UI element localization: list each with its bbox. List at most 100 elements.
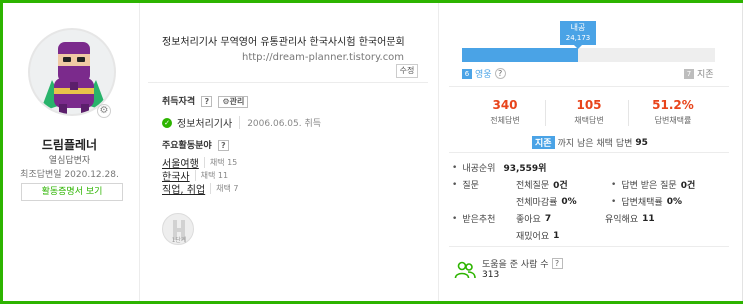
next-grade-count: 95: [635, 137, 648, 148]
recommend-label: 받은추천: [462, 215, 496, 225]
total-questions-label: 전체질문: [516, 181, 550, 191]
next-grade-remaining: 지존 까지 남은 채택 답변 95: [532, 136, 648, 149]
points-tooltip: 내공 24,173: [560, 21, 596, 49]
license-section-title: 취득자격 ? ⚙관리: [162, 94, 249, 108]
like-value: 7: [544, 213, 552, 224]
rank-row: • 내공순위 93,559위: [452, 161, 547, 175]
field-list: 서울여행 채택 15 한국사 채택 11 직업, 취업 채택 7: [162, 156, 239, 196]
field-link[interactable]: 직업, 취업: [162, 181, 205, 196]
fields-title: 주요활동분야: [162, 141, 212, 151]
adopt-rate-label: 답변채택률: [621, 198, 663, 208]
grade-tag: 지존: [532, 136, 555, 149]
helped-people-label-row: 도움을 준 사람 수 ?: [482, 257, 563, 270]
like-label: 좋아요: [516, 215, 541, 225]
help-icon[interactable]: ?: [551, 258, 563, 269]
bullet-icon: •: [452, 213, 458, 224]
fun-count: 재밌어요 1: [516, 229, 560, 243]
question-label-row: • 질문: [452, 178, 479, 192]
level-badge[interactable]: 1단계: [162, 213, 194, 245]
total-questions: 전체질문 0건: [516, 178, 568, 191]
current-grade: 6 영웅 ?: [462, 67, 506, 80]
like-count: 좋아요 7: [516, 212, 552, 226]
help-icon[interactable]: ?: [217, 140, 229, 151]
intro-text: 정보처리기사 무역영어 유통관리사 한국사시험 한국어문회: [162, 37, 405, 48]
helped-people-count: 313: [482, 270, 500, 280]
grade-progress-bar: [462, 48, 715, 62]
close-rate-label: 전체마감률: [516, 198, 558, 208]
recommend-label-row: • 받은추천: [452, 212, 496, 226]
grade-progress-fill: [462, 48, 578, 62]
stat-adoption-rate: 51.2% 답변채택률: [633, 98, 713, 126]
check-icon: ✓: [162, 117, 172, 128]
points-label: 내공: [570, 23, 586, 32]
field-count: 채택 11: [194, 170, 228, 181]
blog-link[interactable]: http://dream-planner.tistory.com: [242, 52, 404, 63]
grade-number: 6: [462, 68, 472, 79]
stat-value: 105: [576, 98, 602, 112]
fun-label: 재밌어요: [516, 232, 550, 242]
useful-label: 유익해요: [605, 215, 639, 225]
next-grade: 7 지존: [684, 67, 714, 80]
bullet-icon: •: [452, 162, 458, 173]
gear-icon[interactable]: ⚙: [97, 104, 111, 118]
stat-label: 답변채택률: [654, 116, 692, 125]
helped-people-label: 도움을 준 사람 수: [482, 260, 549, 270]
edit-button[interactable]: 수정: [396, 64, 418, 78]
divider: [139, 3, 140, 301]
bullet-icon: •: [611, 179, 617, 190]
grade-number: 7: [684, 68, 694, 79]
field-count: 채택 7: [210, 183, 239, 194]
question-label: 질문: [462, 181, 479, 191]
divider: [545, 100, 546, 126]
license-date: 2006.06.05. 취득: [239, 116, 321, 129]
divider: [148, 82, 428, 83]
fun-value: 1: [553, 230, 560, 241]
nickname: 드림플레너: [41, 138, 98, 152]
rank-label: 내공순위: [462, 164, 496, 174]
answered-questions-label: 답변 받은 질문: [621, 181, 677, 191]
rank-label: 열심답변자: [48, 156, 91, 166]
close-rate: 전체마감률 0%: [516, 195, 577, 209]
divider: [449, 246, 729, 247]
license-item: ✓ 정보처리기사 2006.06.05. 취득: [162, 115, 321, 130]
useful-value: 11: [642, 213, 655, 224]
adopt-rate-value: 0%: [666, 196, 682, 207]
answered-questions-value: 0건: [680, 181, 696, 191]
certificate-button[interactable]: 활동증명서 보기: [21, 183, 123, 201]
manage-label: 관리: [229, 96, 245, 106]
gear-icon: ⚙: [222, 96, 230, 106]
license-title: 취득자격: [162, 97, 196, 107]
fields-section-title: 주요활동분야 ?: [162, 138, 229, 151]
answer-adopt-rate: • 답변채택률 0%: [611, 195, 682, 209]
manage-button[interactable]: ⚙관리: [218, 95, 249, 108]
people-icon: [454, 261, 476, 279]
stat-label: 전체답변: [490, 116, 520, 125]
close-rate-value: 0%: [561, 196, 577, 207]
points-value: 24,173: [565, 34, 591, 42]
stat-total-answers: 340 전체답변: [465, 98, 545, 126]
list-item: 직업, 취업 채택 7: [162, 181, 239, 196]
help-icon[interactable]: ?: [494, 68, 506, 79]
stat-label: 채택답변: [574, 116, 604, 125]
rank-value: 93,559위: [503, 164, 547, 174]
grade-name: 지존: [697, 70, 714, 80]
grade-name: 영웅: [475, 70, 492, 80]
last-answer-date: 최조답변일 2020.12.28.: [20, 170, 119, 180]
badge-label: 1단계: [171, 237, 187, 244]
stat-adopted-answers: 105 채택답변: [549, 98, 629, 126]
divider: [449, 86, 729, 87]
next-grade-text: 까지 남은 채택 답변: [557, 139, 633, 149]
avatar[interactable]: [28, 28, 116, 116]
bullet-icon: •: [611, 196, 617, 207]
divider: [628, 100, 629, 126]
divider: [438, 3, 439, 301]
answered-questions: • 답변 받은 질문 0건: [611, 178, 696, 192]
bullet-icon: •: [452, 179, 458, 190]
divider: [449, 152, 729, 153]
total-questions-value: 0건: [553, 181, 568, 191]
license-name: 정보처리기사: [177, 119, 233, 130]
stat-value: 51.2%: [652, 98, 694, 112]
field-count: 채택 15: [203, 157, 237, 168]
useful-count: 유익해요 11: [605, 212, 655, 226]
help-icon[interactable]: ?: [201, 96, 213, 107]
